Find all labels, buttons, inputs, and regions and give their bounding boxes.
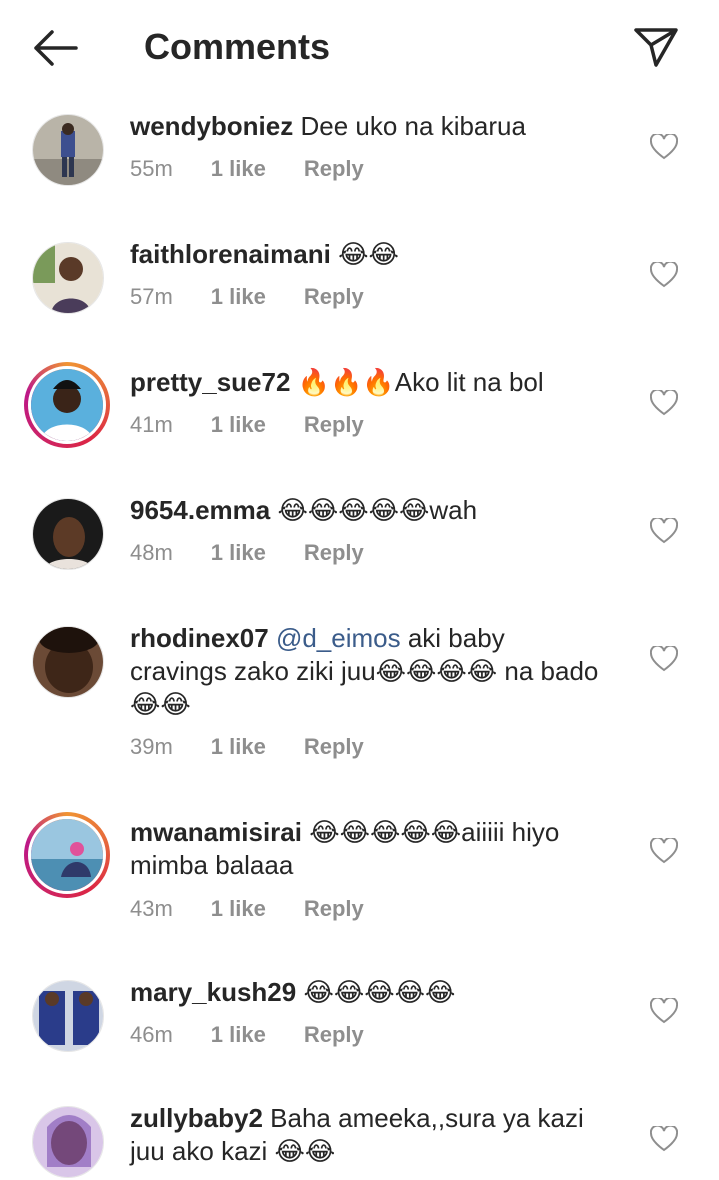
heart-icon[interactable] [649, 836, 679, 864]
comment-body: 🔥🔥🔥Ako lit na bol [297, 367, 544, 397]
comment-time: 48m [130, 540, 173, 565]
comment-likes[interactable]: 1 like [211, 540, 266, 565]
comment-text: 9654.emma 😂😂😂😂😂wah [130, 494, 630, 527]
heart-icon[interactable] [649, 516, 679, 544]
comment-time: 43m [130, 896, 173, 921]
comment-time: 55m [130, 156, 173, 181]
avatar[interactable] [32, 980, 104, 1052]
comment-body: 😂😂 [338, 239, 399, 269]
avatar-story-ring[interactable] [24, 362, 110, 448]
comment-username[interactable]: pretty_sue72 [130, 367, 290, 397]
comment-time: 46m [130, 1022, 173, 1047]
avatar-story-ring[interactable] [24, 812, 110, 898]
heart-icon[interactable] [649, 132, 679, 160]
comment-time: 39m [130, 734, 173, 759]
comment-meta: 41m 1 like Reply [130, 412, 402, 438]
heart-icon[interactable] [649, 644, 679, 672]
comment-username[interactable]: zullybaby2 [130, 1103, 263, 1133]
reply-button[interactable]: Reply [304, 734, 364, 759]
comment-username[interactable]: faithlorenaimani [130, 239, 331, 269]
comment-likes[interactable]: 1 like [211, 896, 266, 921]
reply-button[interactable]: Reply [304, 1022, 364, 1047]
heart-icon[interactable] [649, 1124, 679, 1152]
comment-meta: 57m 1 like Reply [130, 284, 402, 310]
comment-text: rhodinex07 @d_eimos aki baby cravings za… [130, 622, 600, 721]
comment-likes[interactable]: 1 like [211, 284, 266, 309]
comment-text: mwanamisirai 😂😂😂😂😂aiiiii hiyo mimba bala… [130, 816, 610, 882]
comment-meta: 55m 1 like Reply [130, 156, 402, 182]
comment-text: zullybaby2 Baha ameeka,,sura ya kazi juu… [130, 1102, 610, 1168]
mention-link[interactable]: @d_eimos [276, 623, 401, 653]
avatar[interactable] [32, 242, 104, 314]
reply-button[interactable]: Reply [304, 284, 364, 309]
comment-text: pretty_sue72 🔥🔥🔥Ako lit na bol [130, 366, 630, 399]
reply-button[interactable]: Reply [304, 412, 364, 437]
comment-username[interactable]: rhodinex07 [130, 623, 269, 653]
page-title: Comments [144, 26, 331, 67]
comment-body: Dee uko na kibarua [300, 111, 526, 141]
heart-icon[interactable] [649, 260, 679, 288]
heart-icon[interactable] [649, 996, 679, 1024]
comment-likes[interactable]: 1 like [211, 156, 266, 181]
avatar[interactable] [32, 114, 104, 186]
comment-text: mary_kush29 😂😂😂😂😂 [130, 976, 630, 1009]
comment-username[interactable]: mary_kush29 [130, 977, 296, 1007]
send-icon[interactable] [632, 25, 680, 69]
comment-body: 😂😂😂😂😂wah [277, 495, 478, 525]
reply-button[interactable]: Reply [304, 896, 364, 921]
comment-text: wendyboniez Dee uko na kibarua [130, 110, 630, 143]
comment-username[interactable]: mwanamisirai [130, 817, 302, 847]
reply-button[interactable]: Reply [304, 156, 364, 181]
comment-username[interactable]: 9654.emma [130, 495, 270, 525]
heart-icon[interactable] [649, 388, 679, 416]
comment-meta: 48m 1 like Reply [130, 540, 402, 566]
avatar[interactable] [32, 498, 104, 570]
comment-meta: 39m 1 like Reply [130, 734, 402, 760]
comment-meta: 43m 1 like Reply [130, 896, 402, 922]
comment-meta: 46m 1 like Reply [130, 1022, 402, 1048]
back-arrow-icon[interactable] [30, 28, 80, 68]
avatar[interactable] [32, 1106, 104, 1178]
comment-likes[interactable]: 1 like [211, 734, 266, 759]
comment-time: 41m [130, 412, 173, 437]
comment-likes[interactable]: 1 like [211, 412, 266, 437]
comment-username[interactable]: wendyboniez [130, 111, 293, 141]
comment-likes[interactable]: 1 like [211, 1022, 266, 1047]
comment-text: faithlorenaimani 😂😂 [130, 238, 630, 271]
comment-body: 😂😂😂😂😂 [303, 977, 456, 1007]
reply-button[interactable]: Reply [304, 540, 364, 565]
avatar[interactable] [32, 626, 104, 698]
header: Comments [0, 0, 719, 96]
comment-time: 57m [130, 284, 173, 309]
